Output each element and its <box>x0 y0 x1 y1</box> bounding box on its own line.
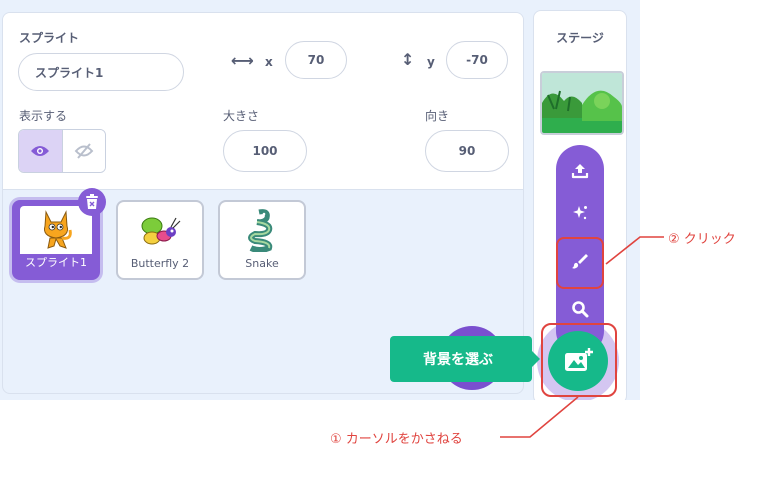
step-2-annotation: ② クリック <box>668 232 736 247</box>
annotation-lines <box>500 236 664 438</box>
click-callout-line <box>605 236 664 265</box>
hover-callout-line <box>500 396 579 438</box>
step-1-annotation: ① カーソルをかさねる <box>330 432 463 447</box>
